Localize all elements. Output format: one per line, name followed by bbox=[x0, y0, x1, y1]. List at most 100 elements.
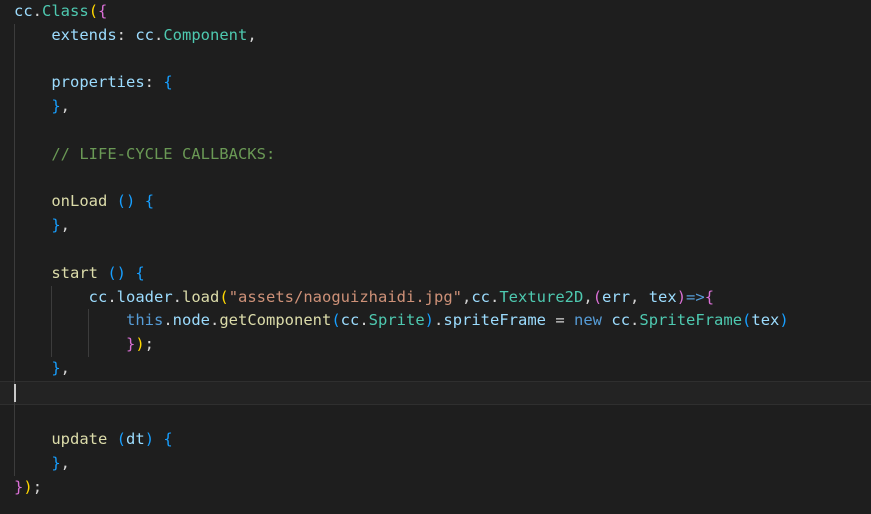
code-token-bracket3: () bbox=[107, 264, 126, 282]
code-line[interactable]: }, bbox=[14, 357, 789, 381]
code-token-bracket2: } bbox=[14, 478, 23, 496]
code-line[interactable] bbox=[14, 381, 789, 405]
code-token-variable: cc bbox=[89, 288, 108, 306]
code-token-variable: tex bbox=[649, 288, 677, 306]
code-token-variable: spriteFrame bbox=[443, 311, 546, 329]
code-token-bracket3: ) bbox=[779, 311, 788, 329]
code-line[interactable]: extends: cc.Component, bbox=[14, 24, 789, 48]
code-token-default: , bbox=[462, 288, 471, 306]
code-line[interactable]: }, bbox=[14, 214, 789, 238]
text-cursor bbox=[14, 384, 16, 402]
code-token-bracket3: { bbox=[163, 73, 172, 91]
code-token-default: . bbox=[33, 2, 42, 20]
code-token-string: "assets/naoguizhaidi.jpg" bbox=[229, 288, 462, 306]
code-token-variable: cc bbox=[471, 288, 490, 306]
code-token-default bbox=[14, 216, 51, 234]
code-token-default bbox=[14, 97, 51, 115]
code-token-bracket3: ( bbox=[742, 311, 751, 329]
code-token-default: . bbox=[210, 311, 219, 329]
code-token-default: = bbox=[546, 311, 574, 329]
code-token-keyword: => bbox=[686, 288, 705, 306]
code-token-bracket3: } bbox=[51, 97, 60, 115]
code-token-default: . bbox=[434, 311, 443, 329]
code-line[interactable]: start () { bbox=[14, 262, 789, 286]
code-token-default bbox=[154, 430, 163, 448]
code-token-default: : bbox=[145, 73, 164, 91]
code-token-bracket2: } bbox=[126, 335, 135, 353]
code-line[interactable] bbox=[14, 167, 789, 191]
code-line[interactable] bbox=[14, 119, 789, 143]
code-line[interactable]: }); bbox=[14, 476, 789, 500]
code-token-function: update bbox=[51, 430, 107, 448]
code-token-default: , bbox=[61, 454, 70, 472]
code-token-variable: loader bbox=[117, 288, 173, 306]
code-token-default bbox=[14, 192, 51, 210]
code-token-class: Texture2D bbox=[499, 288, 583, 306]
code-token-default bbox=[14, 288, 89, 306]
code-token-default bbox=[14, 359, 51, 377]
code-token-default: . bbox=[107, 288, 116, 306]
code-line[interactable]: }, bbox=[14, 95, 789, 119]
code-token-bracket3: ) bbox=[425, 311, 434, 329]
code-token-bracket3: { bbox=[145, 192, 154, 210]
code-token-comment: // LIFE-CYCLE CALLBACKS: bbox=[51, 145, 275, 163]
code-token-bracket1: ( bbox=[219, 288, 228, 306]
code-token-default: , bbox=[630, 288, 649, 306]
code-token-bracket2: ) bbox=[677, 288, 686, 306]
code-token-default bbox=[14, 73, 51, 91]
code-token-default bbox=[14, 335, 126, 353]
code-area: cc.Class({ extends: cc.Component, proper… bbox=[14, 0, 789, 500]
code-token-variable: cc bbox=[611, 311, 630, 329]
code-token-keyword: this bbox=[126, 311, 163, 329]
code-token-class: SpriteFrame bbox=[639, 311, 742, 329]
code-token-default: . bbox=[173, 288, 182, 306]
code-line[interactable] bbox=[14, 48, 789, 72]
code-token-default bbox=[107, 430, 116, 448]
code-token-default: . bbox=[359, 311, 368, 329]
code-line[interactable]: cc.Class({ bbox=[14, 0, 789, 24]
code-token-variable: cc bbox=[341, 311, 360, 329]
code-token-default bbox=[14, 311, 126, 329]
code-editor[interactable]: cc.Class({ extends: cc.Component, proper… bbox=[0, 0, 871, 514]
code-token-bracket3: ) bbox=[145, 430, 154, 448]
code-token-default: ; bbox=[145, 335, 154, 353]
code-line[interactable]: cc.loader.load("assets/naoguizhaidi.jpg"… bbox=[14, 286, 789, 310]
code-token-variable: extends bbox=[51, 26, 116, 44]
code-line[interactable]: update (dt) { bbox=[14, 428, 789, 452]
code-token-default: , bbox=[61, 216, 70, 234]
code-line[interactable] bbox=[14, 405, 789, 429]
code-token-bracket2: ( bbox=[593, 288, 602, 306]
code-token-class: Class bbox=[42, 2, 89, 20]
code-token-bracket3: } bbox=[51, 454, 60, 472]
code-line[interactable] bbox=[14, 238, 789, 262]
code-line[interactable]: properties: { bbox=[14, 71, 789, 95]
code-token-variable: cc bbox=[14, 2, 33, 20]
code-token-default: , bbox=[247, 26, 256, 44]
code-token-bracket3: } bbox=[51, 216, 60, 234]
code-token-variable: properties bbox=[51, 73, 144, 91]
code-token-default bbox=[14, 264, 51, 282]
code-token-default bbox=[602, 311, 611, 329]
code-token-variable: node bbox=[173, 311, 210, 329]
code-token-bracket1: ( bbox=[89, 2, 98, 20]
code-token-default: : bbox=[117, 26, 136, 44]
code-token-default bbox=[14, 430, 51, 448]
code-token-default bbox=[126, 264, 135, 282]
code-line[interactable]: onLoad () { bbox=[14, 190, 789, 214]
code-token-keyword: new bbox=[574, 311, 602, 329]
code-token-bracket3: } bbox=[51, 359, 60, 377]
code-line[interactable]: }); bbox=[14, 333, 789, 357]
code-line[interactable]: // LIFE-CYCLE CALLBACKS: bbox=[14, 143, 789, 167]
code-line[interactable]: this.node.getComponent(cc.Sprite).sprite… bbox=[14, 309, 789, 333]
code-line[interactable]: }, bbox=[14, 452, 789, 476]
code-token-function: onLoad bbox=[51, 192, 107, 210]
code-token-bracket1: ) bbox=[23, 478, 32, 496]
code-token-default: . bbox=[630, 311, 639, 329]
code-token-default: . bbox=[154, 26, 163, 44]
code-token-bracket3: ( bbox=[331, 311, 340, 329]
code-token-variable: dt bbox=[126, 430, 145, 448]
code-token-bracket3: { bbox=[163, 430, 172, 448]
code-token-default bbox=[14, 145, 51, 163]
code-token-bracket2: { bbox=[98, 2, 107, 20]
code-token-default bbox=[107, 192, 116, 210]
